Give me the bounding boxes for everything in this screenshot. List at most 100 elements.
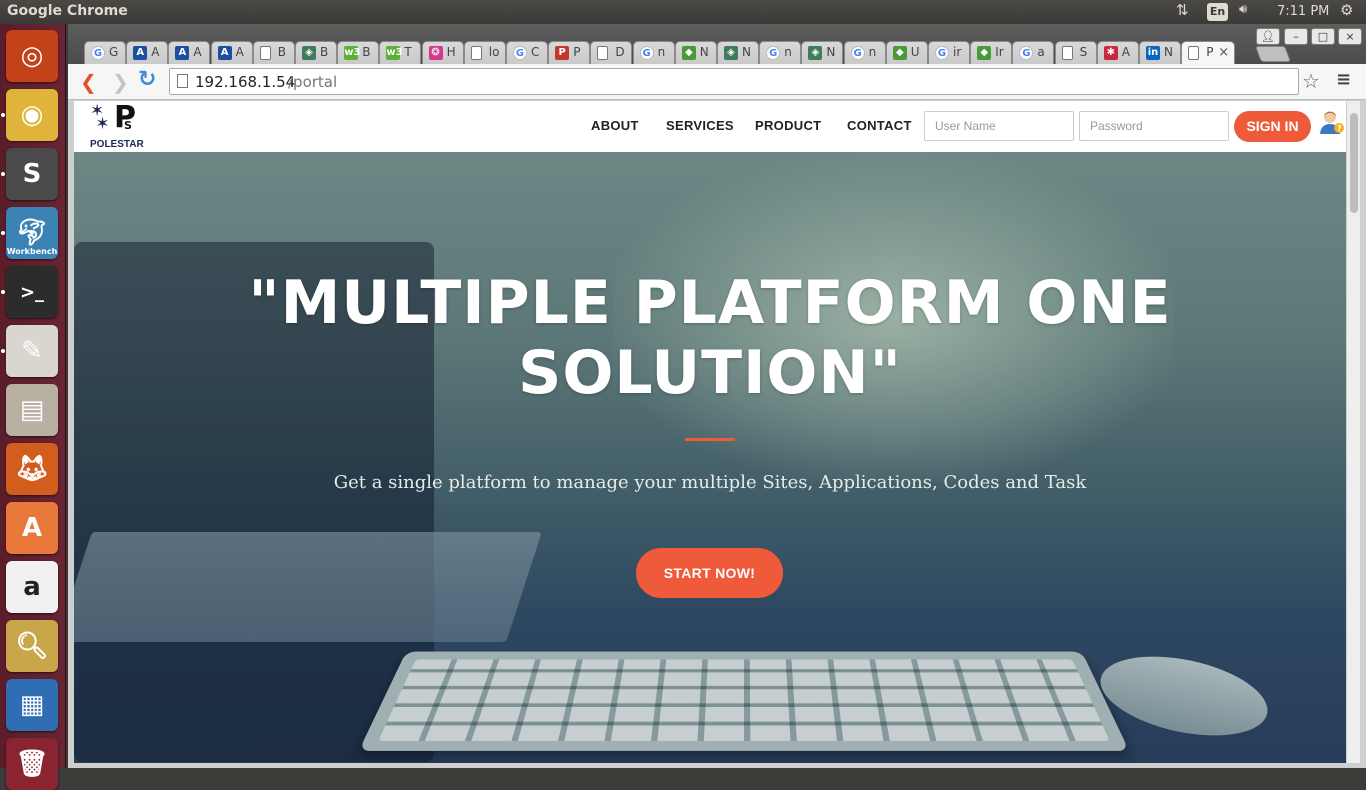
page-icon	[1062, 46, 1073, 60]
tab-title: N	[826, 45, 835, 59]
sign-in-button[interactable]: SIGN IN	[1234, 111, 1311, 142]
hamburger-menu-icon[interactable]: ≡	[1336, 69, 1351, 90]
tab[interactable]: ✱ A	[1097, 41, 1139, 64]
tab[interactable]: D	[590, 41, 632, 64]
tab[interactable]: Gn	[633, 41, 675, 64]
hero-title: "MULTIPLE PLATFORM ONE SOLUTION"	[210, 268, 1210, 408]
forward-arrow-icon[interactable]: ❯	[112, 70, 129, 94]
tab-title: G	[109, 45, 118, 59]
nav-contact[interactable]: CONTACT	[847, 118, 912, 133]
network-updown-icon[interactable]: ⇅	[1176, 1, 1189, 19]
tab[interactable]: AA	[168, 41, 210, 64]
launcher-amazon[interactable]: a	[6, 561, 58, 613]
star-logo-icon: ✶ ✶	[90, 105, 110, 131]
maximize-button[interactable]: □	[1311, 28, 1335, 45]
tab-title: a	[1037, 45, 1044, 59]
chrome-icon: ◉	[21, 100, 44, 130]
launcher-trash[interactable]: 🗑︎	[6, 738, 58, 790]
tab[interactable]: ◆ N	[675, 41, 717, 64]
color-wheel-icon: ❂	[429, 46, 443, 60]
launcher-sublime-text[interactable]: S	[6, 148, 58, 200]
tab[interactable]: GC	[506, 41, 548, 64]
tab[interactable]: ◆ U	[886, 41, 928, 64]
tab-active[interactable]: P ×	[1181, 41, 1235, 64]
google-icon: G	[1019, 46, 1033, 60]
username-input[interactable]	[924, 111, 1074, 141]
close-tab-icon[interactable]: ×	[1218, 45, 1229, 60]
tab[interactable]: Gir	[928, 41, 970, 64]
tab[interactable]: Gn	[759, 41, 801, 64]
polestar-logo[interactable]: ✶ ✶ P S POLESTAR	[88, 103, 148, 151]
page-scrollbar[interactable]	[1346, 101, 1360, 763]
launcher-file-manager[interactable]: ▤	[6, 384, 58, 436]
tab[interactable]: Ga	[1012, 41, 1054, 64]
tab[interactable]: ◈ N	[801, 41, 843, 64]
running-indicator	[1, 172, 5, 176]
start-now-button[interactable]: START NOW!	[636, 548, 783, 598]
hero-section: "MULTIPLE PLATFORM ONE SOLUTION" Get a s…	[74, 152, 1346, 763]
tab[interactable]: w3 T	[379, 41, 421, 64]
tab[interactable]: ◆ Ir	[970, 41, 1012, 64]
google-icon: G	[91, 46, 105, 60]
tab[interactable]: lo	[464, 41, 506, 64]
tab[interactable]: Gn	[844, 41, 886, 64]
tab[interactable]: ◈ B	[295, 41, 337, 64]
tab[interactable]: w3 B	[337, 41, 379, 64]
tab[interactable]: ❂ H	[422, 41, 464, 64]
profile-icon[interactable]: 👤︎	[1256, 28, 1280, 45]
amazon-icon: a	[23, 572, 41, 602]
tab-title: lo	[489, 45, 500, 59]
launcher-chrome[interactable]: ◉	[6, 89, 58, 141]
password-input[interactable]	[1079, 111, 1229, 141]
tab[interactable]: B	[253, 41, 295, 64]
tab[interactable]: AA	[211, 41, 253, 64]
new-tab-button[interactable]	[1255, 46, 1291, 62]
running-indicator	[1, 113, 5, 117]
launcher-label: Workbench	[6, 247, 58, 256]
nav-about[interactable]: ABOUT	[591, 118, 639, 133]
launcher-libreoffice-writer[interactable]: ▦	[6, 679, 58, 731]
minimize-button[interactable]: –	[1284, 28, 1308, 45]
nav-product[interactable]: PRODUCT	[755, 118, 821, 133]
google-icon: G	[935, 46, 949, 60]
w3-icon: w3	[386, 46, 400, 60]
launcher-mysql-workbench[interactable]: 🐬︎ Workbench	[6, 207, 58, 259]
cube-icon: ◆	[893, 46, 907, 60]
tab-title: N	[1164, 45, 1173, 59]
bookmark-star-icon[interactable]: ☆	[1302, 69, 1320, 93]
address-bar[interactable]: 192.168.1.54 /portal	[169, 68, 1299, 95]
tab[interactable]: in N	[1139, 41, 1181, 64]
trash-icon: 🗑︎	[15, 749, 48, 779]
running-indicator	[1, 231, 5, 235]
document-icon: ▦	[20, 690, 45, 720]
reload-icon[interactable]: ↻	[138, 67, 156, 92]
tab[interactable]: AA	[126, 41, 168, 64]
launcher-ubuntu-dash[interactable]: ◎	[6, 30, 58, 82]
back-arrow-icon[interactable]: ❮	[80, 70, 97, 94]
user-help-icon[interactable]: ?	[1319, 109, 1345, 135]
tab-title: A	[1122, 45, 1130, 59]
page-icon	[177, 74, 188, 88]
launcher-software-center[interactable]: A	[6, 502, 58, 554]
tab[interactable]: GG	[84, 41, 126, 64]
tab[interactable]: S	[1055, 41, 1097, 64]
diamond-icon: ◈	[302, 46, 316, 60]
keyboard-language-indicator[interactable]: En	[1207, 3, 1228, 21]
launcher-terminal[interactable]: >_	[6, 266, 58, 318]
tab[interactable]: PP	[548, 41, 590, 64]
volume-icon[interactable]: 🔊︎	[1239, 2, 1247, 17]
page-icon	[260, 46, 271, 60]
launcher-text-editor[interactable]: ✎	[6, 325, 58, 377]
tab-title: ir	[953, 45, 961, 59]
google-icon: G	[851, 46, 865, 60]
scrollbar-thumb[interactable]	[1350, 113, 1358, 213]
logo-text: POLESTAR	[90, 139, 144, 150]
diamond-icon: ◈	[808, 46, 822, 60]
nav-services[interactable]: SERVICES	[666, 118, 734, 133]
clock[interactable]: 7:11 PM	[1277, 4, 1329, 19]
launcher-firefox[interactable]: 🦊︎	[6, 443, 58, 495]
tab[interactable]: ◈ N	[717, 41, 759, 64]
launcher-image-viewer[interactable]: 🔍︎	[6, 620, 58, 672]
close-window-button[interactable]: ×	[1338, 28, 1362, 45]
gear-icon[interactable]: ⚙	[1340, 1, 1353, 19]
